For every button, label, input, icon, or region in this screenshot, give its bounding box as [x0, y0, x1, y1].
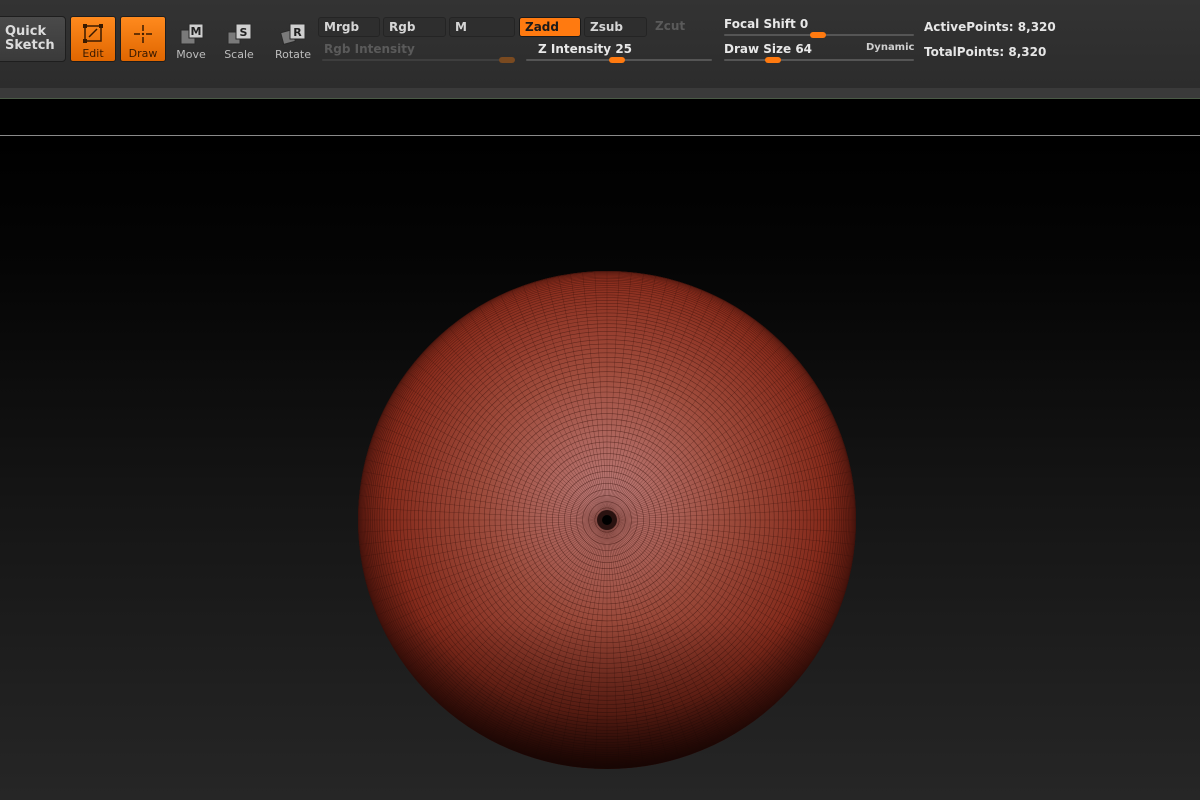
rotate-key: R: [293, 26, 302, 39]
focal-shift-value: 0: [799, 17, 809, 31]
dynamic-toggle[interactable]: Dynamic: [866, 42, 914, 53]
scale-key: S: [240, 26, 248, 39]
total-points-label: TotalPoints:: [924, 45, 1005, 59]
z-intensity-thumb[interactable]: [609, 57, 625, 63]
rotate-cube-icon: R: [280, 23, 306, 45]
rotate-button[interactable]: R Rotate: [272, 20, 314, 62]
sphere-pole-center: [602, 515, 612, 525]
zadd-button[interactable]: Zadd: [519, 17, 581, 37]
rgb-intensity-label: Rgb Intensity: [324, 42, 415, 56]
draw-size-thumb[interactable]: [765, 57, 781, 63]
move-cube-icon: M: [180, 23, 204, 45]
quick-sketch-label-1: Quick: [5, 24, 47, 39]
toolbar-divider: [0, 88, 1200, 99]
total-points-value: 8,320: [1008, 45, 1047, 59]
quick-sketch-label-2: Sketch: [5, 38, 55, 53]
z-intensity-value: 25: [615, 42, 633, 56]
draw-size-name: Draw Size: [724, 42, 792, 56]
sphere-mesh-svg: [358, 271, 856, 769]
draw-size-track[interactable]: [724, 59, 914, 61]
top-toolbar: Quick Sketch Edit Draw M Move S Scale R …: [0, 0, 1200, 88]
active-points-value: 8,320: [1017, 20, 1056, 34]
total-points: TotalPoints: 8,320: [924, 45, 1046, 59]
quick-sketch-button[interactable]: Quick Sketch: [0, 16, 66, 62]
crosshair-icon: [134, 25, 152, 43]
move-label: Move: [176, 48, 206, 61]
draw-label: Draw: [128, 47, 158, 60]
rgb-button[interactable]: Rgb: [383, 17, 446, 37]
rotate-label: Rotate: [274, 48, 311, 61]
edit-frame-icon: [83, 24, 103, 43]
draw-size-label: Draw Size 64: [724, 42, 812, 56]
rgb-intensity-thumb[interactable]: [499, 57, 515, 63]
move-key: M: [191, 25, 202, 38]
focal-shift-thumb[interactable]: [810, 32, 826, 38]
edit-label: Edit: [82, 47, 104, 60]
focal-shift-name: Focal Shift: [724, 17, 796, 31]
scale-cube-icon: S: [227, 23, 252, 45]
draw-button[interactable]: Draw: [120, 16, 166, 62]
move-button[interactable]: M Move: [170, 20, 212, 62]
draw-size-value: 64: [795, 42, 813, 56]
mrgb-button[interactable]: Mrgb: [318, 17, 380, 37]
active-points-label: ActivePoints:: [924, 20, 1014, 34]
canvas-header-strip: [0, 99, 1200, 135]
active-points: ActivePoints: 8,320: [924, 20, 1056, 34]
scale-button[interactable]: S Scale: [218, 20, 260, 62]
z-intensity-name: Z Intensity: [538, 42, 612, 56]
zbrush-window: Quick Sketch Edit Draw M Move S Scale R …: [0, 0, 1200, 800]
edit-button[interactable]: Edit: [70, 16, 116, 62]
scale-label: Scale: [224, 48, 254, 61]
focal-shift-label: Focal Shift 0: [724, 17, 808, 31]
rgb-intensity-track[interactable]: [322, 59, 514, 61]
zsub-button[interactable]: Zsub: [584, 17, 647, 37]
zcut-button[interactable]: Zcut: [650, 17, 710, 37]
z-intensity-label: Z Intensity 25: [538, 42, 632, 56]
m-button[interactable]: M: [449, 17, 515, 37]
sphere-mesh[interactable]: [357, 270, 857, 770]
